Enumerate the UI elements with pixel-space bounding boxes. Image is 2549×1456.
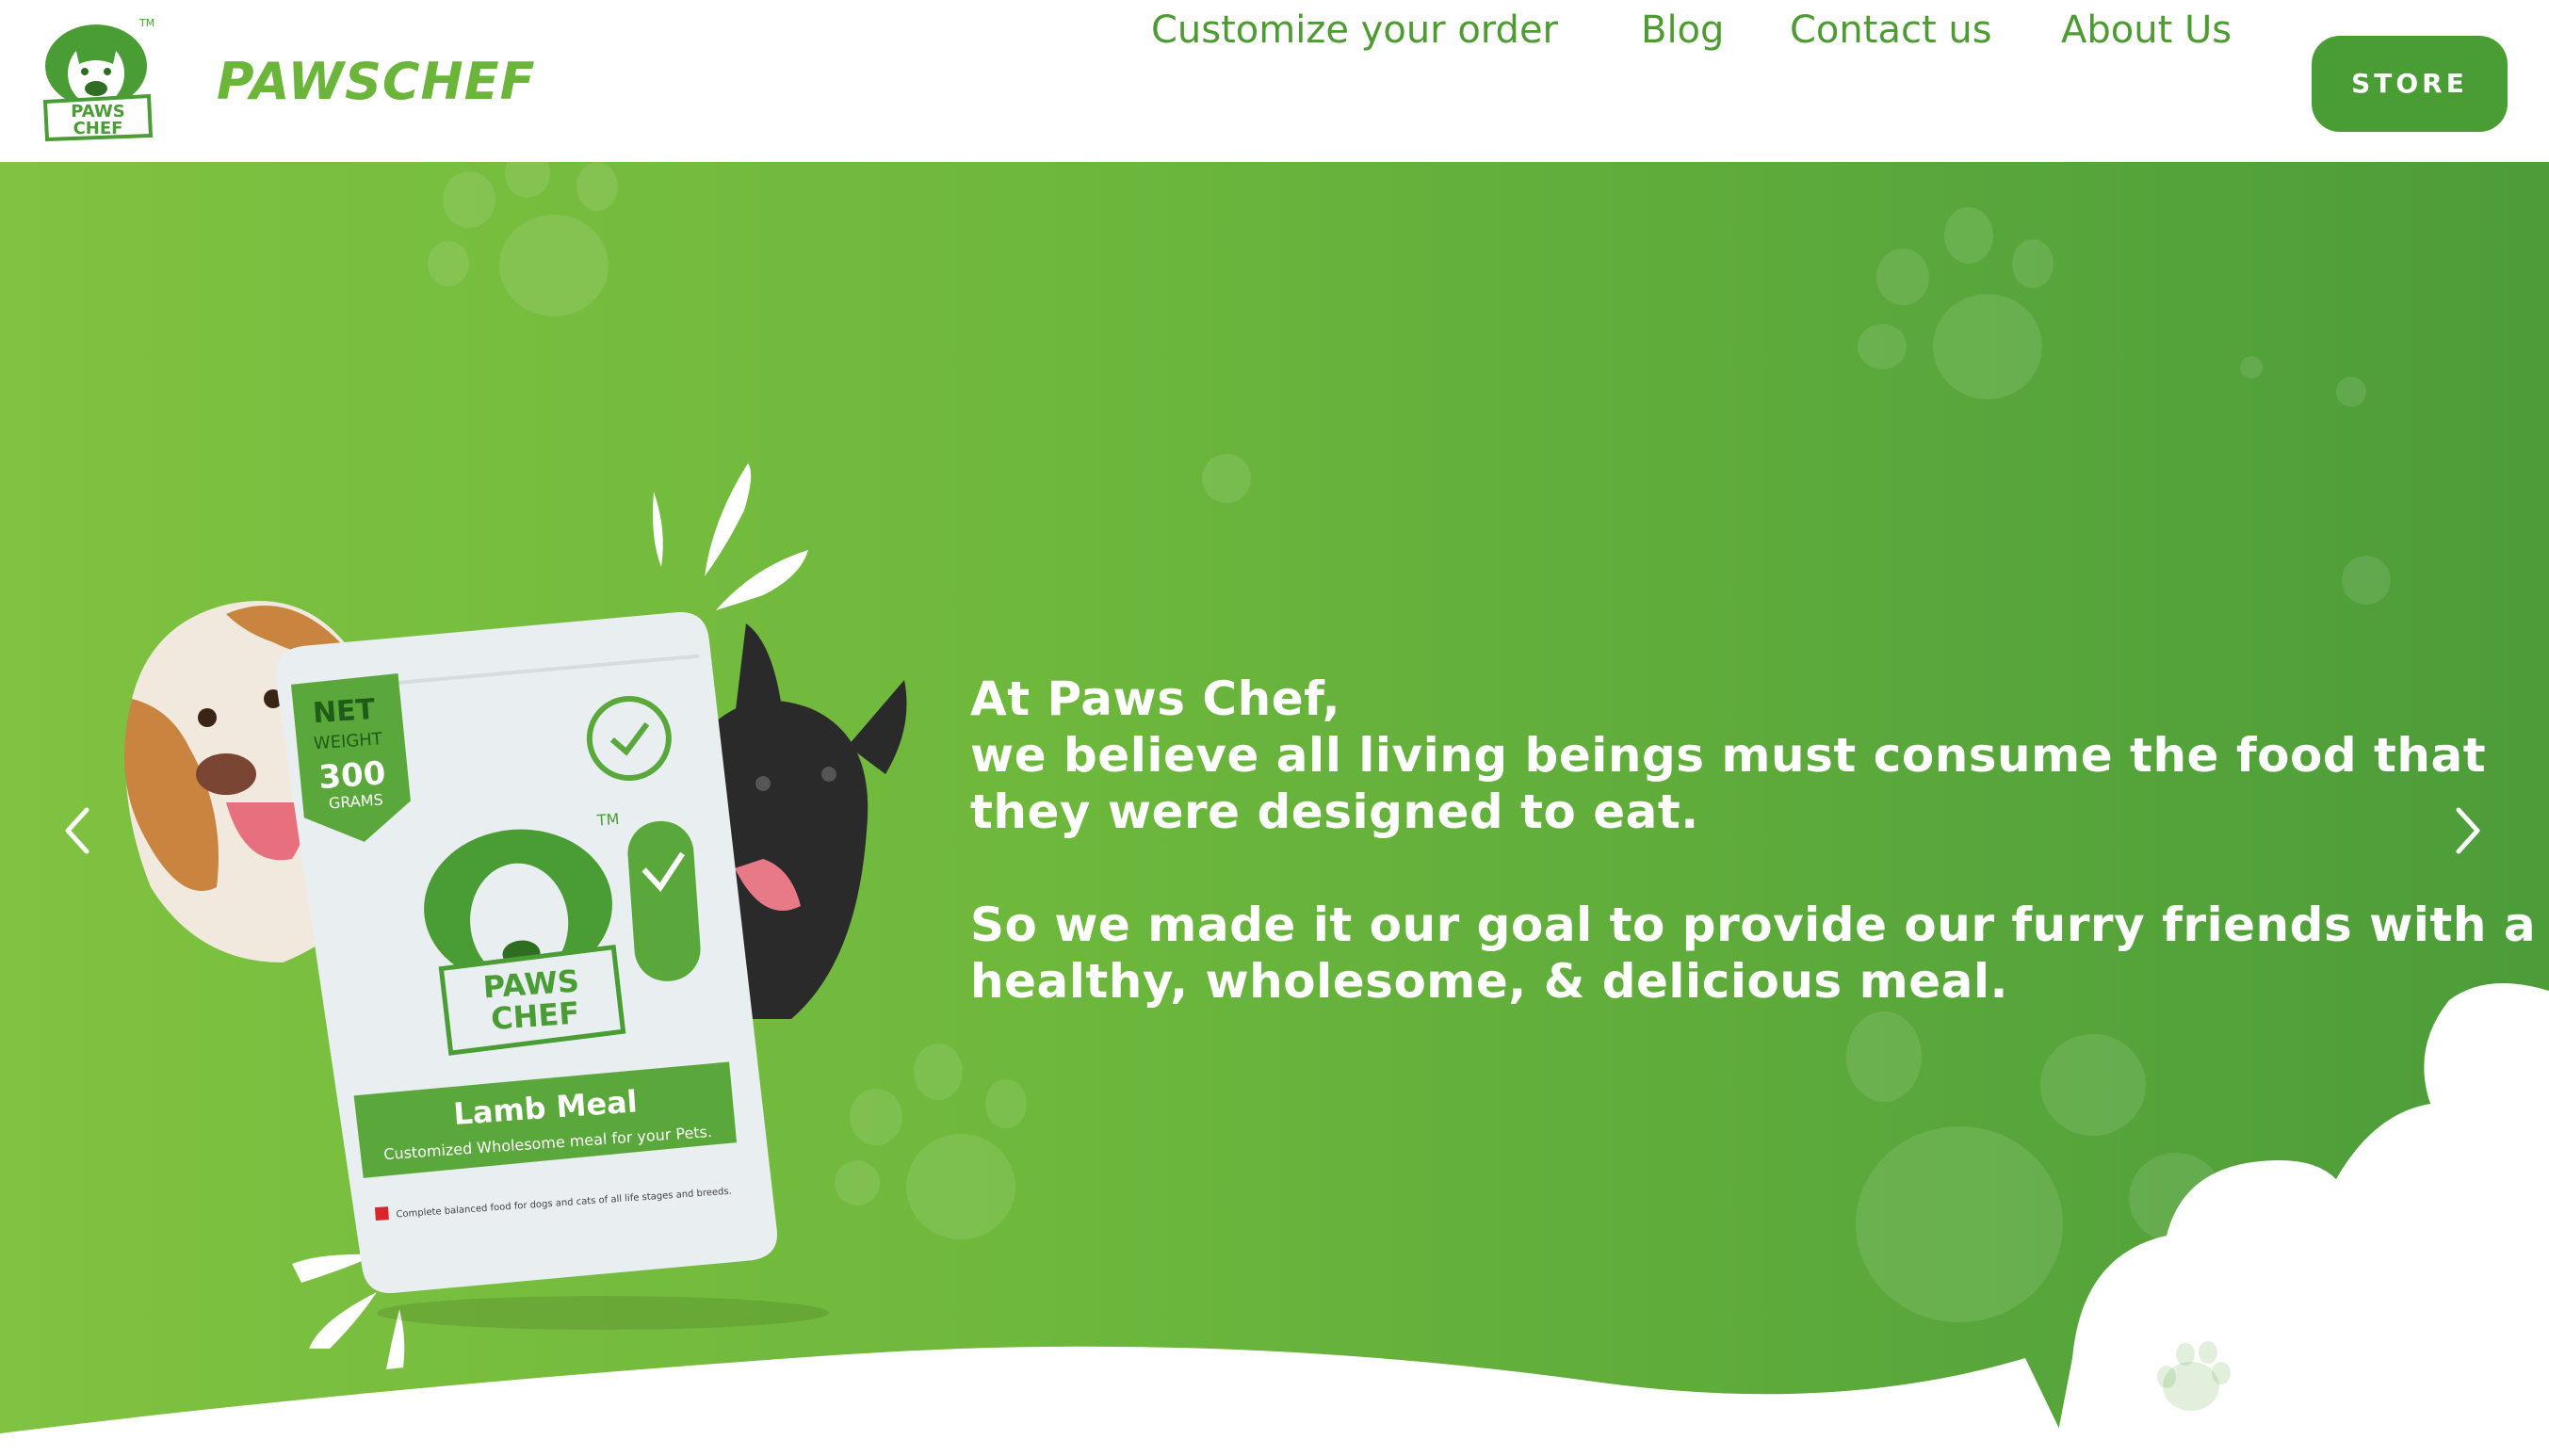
package-net: NET xyxy=(312,693,377,731)
hero-line-2: we believe all living beings must consum… xyxy=(970,728,2487,783)
food-package-image: NET WEIGHT 300 GRAMS PAWS CHEF TM Lamb M… xyxy=(275,612,777,1293)
package-grams-unit: GRAMS xyxy=(328,790,383,812)
chevron-left-icon xyxy=(65,807,89,854)
brand-name[interactable]: PAWSCHEF xyxy=(217,49,536,115)
slider-prev-button[interactable] xyxy=(41,784,107,878)
nav-about-us[interactable]: About Us xyxy=(2061,0,2232,60)
hero-line-1: At Paws Chef, xyxy=(970,671,1341,726)
product-visual: NET WEIGHT 300 GRAMS PAWS CHEF TM Lamb M… xyxy=(124,463,907,1369)
nav-blog[interactable]: Blog xyxy=(1641,0,1724,60)
package-brand-line2: CHEF xyxy=(490,995,580,1036)
logo-tm: TM xyxy=(138,17,154,29)
hero-line-4: So we made it our goal to provide our fu… xyxy=(970,898,2537,952)
logo-badge-line2: CHEF xyxy=(73,119,123,138)
nav-customize-order[interactable]: Customize your order xyxy=(1151,0,1558,60)
package-tm: TM xyxy=(595,810,620,830)
dog-logo-icon: PAWS CHEF TM xyxy=(42,17,154,142)
hero-line-3: they were designed to eat. xyxy=(970,785,1699,839)
hero-slider: NET WEIGHT 300 GRAMS PAWS CHEF TM Lamb M… xyxy=(0,162,2549,1456)
chevron-right-icon xyxy=(2456,807,2480,854)
nav-contact-us[interactable]: Contact us xyxy=(1790,0,1992,60)
hero-line-5: healthy, wholesome, & delicious meal. xyxy=(970,954,2008,1009)
burst-top-decoration xyxy=(653,463,808,610)
hero-message: At Paws Chef, we believe all living bein… xyxy=(970,671,2537,1010)
slider-next-button[interactable] xyxy=(2438,784,2504,878)
site-header: PAWS CHEF TM PAWSCHEF Customize your ord… xyxy=(0,0,2549,162)
store-button[interactable]: STORE xyxy=(2312,36,2508,132)
logo-badge[interactable]: PAWS CHEF TM xyxy=(38,15,160,145)
